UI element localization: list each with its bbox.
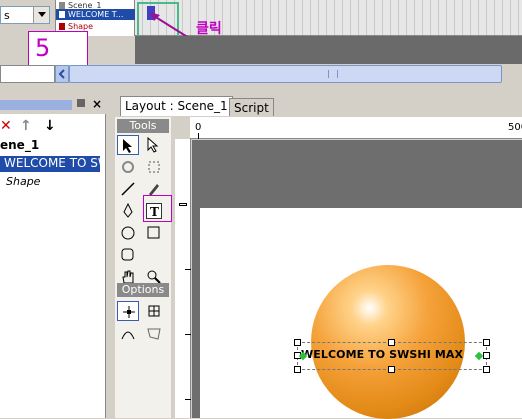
tab-layout[interactable]: Layout : Scene_1 (120, 96, 233, 116)
annotation-text-tool-highlight (143, 195, 172, 222)
pin-icon[interactable] (77, 99, 85, 107)
shape-icon (59, 23, 65, 30)
transform-tool[interactable] (143, 157, 165, 177)
scrollbar-thumb[interactable] (69, 65, 502, 83)
move-up-icon[interactable]: ↑ (20, 118, 32, 134)
titlebar-bar (0, 100, 72, 110)
tree-item-scene[interactable]: ene_1 (0, 138, 39, 152)
ruler-label: 500 (508, 122, 522, 133)
timeline-scrollbar[interactable] (55, 65, 522, 83)
tree-item-shape[interactable]: Shape (6, 175, 40, 188)
ruler-corner (175, 117, 191, 139)
close-icon[interactable]: × (92, 97, 102, 111)
ellipse-tool[interactable] (117, 223, 139, 243)
scroll-left-button[interactable] (55, 65, 69, 83)
resize-handle[interactable] (483, 352, 490, 359)
pen-tool[interactable] (117, 201, 139, 221)
rectangle-tool[interactable] (143, 223, 165, 243)
timeline-empty-area (135, 36, 522, 64)
layer-icon (59, 11, 65, 18)
tools-panel: Tools T Options (115, 117, 171, 418)
curve-option[interactable] (117, 323, 139, 343)
snap-option[interactable] (117, 301, 139, 321)
layer-row-selected[interactable]: WELCOME T... (56, 9, 136, 20)
line-tool[interactable] (117, 179, 139, 199)
move-down-icon[interactable]: ↓ (44, 118, 56, 134)
options-header: Options (117, 283, 169, 297)
resize-handle[interactable] (294, 339, 301, 346)
envelope-option[interactable] (143, 323, 165, 343)
ruler-top: 0 500 (190, 117, 522, 139)
scrollbar-grip (328, 70, 338, 78)
resize-handle[interactable] (388, 339, 395, 346)
resize-handle[interactable] (483, 366, 490, 373)
tools-header: Tools (117, 119, 169, 133)
delete-icon[interactable]: ✕ (0, 118, 12, 134)
step-number: 5 (35, 34, 51, 62)
text-object[interactable]: WELCOME TO SWSHI MAX (301, 348, 463, 361)
tab-script[interactable]: Script (229, 98, 274, 116)
ruler-tick (185, 334, 191, 335)
scene-panel-titlebar: × (0, 96, 106, 114)
rounded-rect-tool[interactable] (117, 245, 139, 265)
ruler-zero-mark (179, 203, 187, 206)
layer-dropdown[interactable]: s (0, 6, 50, 24)
chevron-down-icon[interactable] (33, 7, 49, 23)
layer-panel-footer (0, 65, 55, 83)
rotate-tool[interactable] (117, 157, 139, 177)
subselect-tool[interactable] (143, 135, 165, 155)
ruler-tick (185, 269, 191, 270)
select-tool[interactable] (117, 135, 139, 155)
timeline-area: s Scene_1 WELCOME T... Shape 클릭 5 (0, 0, 522, 88)
layer-dropdown-value: s (4, 9, 10, 22)
scene-panel: × ✕ ↑ ↓ ene_1 WELCOME TO SWSHI MAX Shape (0, 96, 106, 418)
resize-handle[interactable] (294, 366, 301, 373)
layer-icon (59, 2, 65, 9)
scene-panel-toolbar: ✕ ↑ ↓ (0, 118, 106, 136)
ruler-label: 0 (195, 122, 202, 133)
resize-handle[interactable] (388, 366, 395, 373)
annotation-click-label: 클릭 (196, 21, 222, 37)
tree-item-selected[interactable]: WELCOME TO SWSHI MAX (0, 156, 100, 172)
ruler-tick (185, 399, 191, 400)
layout-tabs: Layout : Scene_1 Script (112, 96, 522, 116)
ruler-tick (198, 133, 199, 139)
smooth-option[interactable] (143, 301, 165, 321)
resize-handle[interactable] (483, 339, 490, 346)
ruler-left (175, 139, 191, 418)
